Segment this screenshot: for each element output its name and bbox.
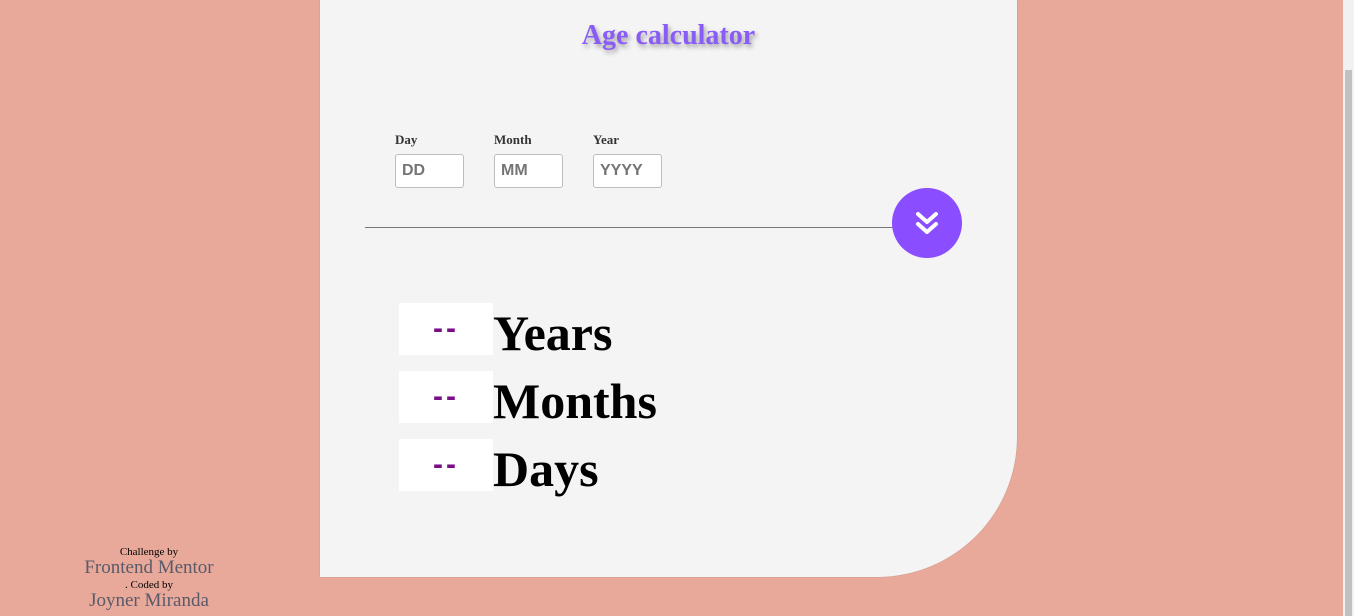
divider — [365, 227, 895, 228]
years-value: -- — [399, 303, 493, 355]
year-input[interactable] — [593, 154, 662, 188]
double-chevron-down-icon — [916, 212, 938, 234]
scrollbar-thumb[interactable] — [1345, 70, 1352, 616]
month-label: Month — [494, 132, 532, 147]
month-input[interactable] — [494, 154, 563, 188]
months-label: Months — [493, 373, 657, 429]
days-value: -- — [399, 439, 493, 491]
result-row-months: -- Months — [399, 371, 657, 427]
months-value: -- — [399, 371, 493, 423]
page-title: Age calculator — [581, 20, 756, 51]
year-field-group: Year — [593, 132, 662, 188]
age-calculator-card: Age calculator Day Month Year -- Years -… — [320, 0, 1017, 577]
day-label: Day — [395, 132, 418, 147]
vertical-scrollbar[interactable] — [1343, 0, 1354, 616]
day-field-group: Day — [395, 132, 464, 188]
frontend-mentor-link[interactable]: Frontend Mentor — [60, 557, 238, 579]
result-row-years: -- Years — [399, 303, 612, 359]
attribution: Challenge by Frontend Mentor . Coded by … — [60, 546, 238, 612]
month-field-group: Month — [494, 132, 563, 188]
year-label: Year — [593, 132, 619, 147]
page: Age calculator Day Month Year -- Years -… — [0, 0, 1354, 616]
years-label: Years — [493, 305, 613, 361]
calculate-button[interactable] — [892, 188, 962, 258]
result-row-days: -- Days — [399, 439, 599, 495]
author-link[interactable]: Joyner Miranda — [60, 590, 238, 612]
days-label: Days — [493, 441, 599, 497]
day-input[interactable] — [395, 154, 464, 188]
